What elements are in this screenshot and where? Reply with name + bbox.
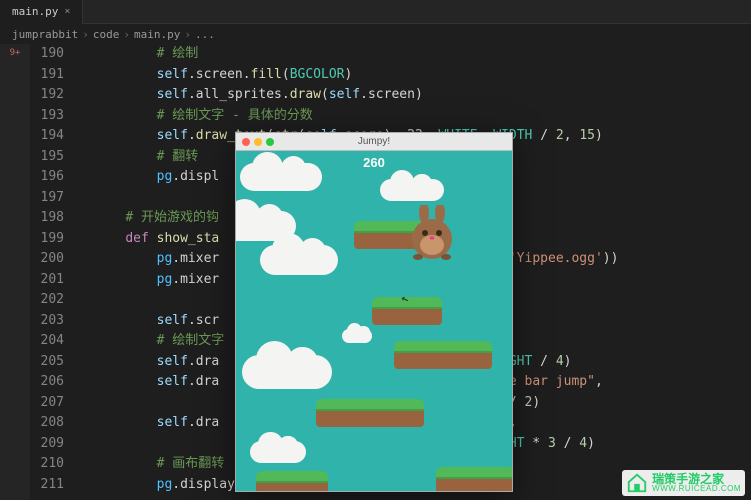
score-display: 260 <box>363 155 385 170</box>
badge-icon: 9+ <box>10 48 21 58</box>
game-canvas[interactable]: 260 <box>236 151 512 491</box>
chevron-right-icon: › <box>184 28 191 41</box>
close-icon[interactable] <box>242 138 250 146</box>
crumb[interactable]: code <box>93 28 120 41</box>
crumb[interactable]: main.py <box>134 28 180 41</box>
tab-main-py[interactable]: main.py × <box>0 0 83 24</box>
cloud-sprite <box>240 163 322 191</box>
cloud-sprite <box>380 179 444 201</box>
chevron-right-icon: › <box>123 28 130 41</box>
platform-sprite <box>436 467 512 491</box>
line-numbers: 190 191 192 193 194 195 196 197 198 199 … <box>30 44 74 500</box>
cloud-sprite <box>250 441 306 463</box>
maximize-icon[interactable] <box>266 138 274 146</box>
crumb[interactable]: ... <box>195 28 215 41</box>
tab-label: main.py <box>12 5 58 18</box>
window-titlebar[interactable]: Jumpy! <box>236 133 512 151</box>
traffic-lights <box>242 138 274 146</box>
cloud-sprite <box>342 329 372 343</box>
cloud-sprite <box>260 245 338 275</box>
explorer-sidebar: 9+ <box>0 44 30 500</box>
watermark-url: WWW.RUICEAD.COM <box>652 485 741 493</box>
game-window: Jumpy! 260 <box>235 132 513 492</box>
platform-sprite <box>256 471 328 491</box>
bunny-sprite <box>408 205 456 257</box>
minimize-icon[interactable] <box>254 138 262 146</box>
house-icon <box>626 472 648 494</box>
crumb[interactable]: jumprabbit <box>12 28 78 41</box>
watermark: 瑞策手游之家 WWW.RUICEAD.COM <box>622 470 745 496</box>
window-title: Jumpy! <box>358 136 390 147</box>
cloud-sprite <box>242 355 332 389</box>
chevron-right-icon: › <box>82 28 89 41</box>
breadcrumb: jumprabbit › code › main.py › ... <box>0 24 751 44</box>
platform-sprite <box>394 341 492 369</box>
close-icon[interactable]: × <box>64 6 70 17</box>
platform-sprite <box>316 399 424 427</box>
tab-bar: main.py × <box>0 0 751 24</box>
